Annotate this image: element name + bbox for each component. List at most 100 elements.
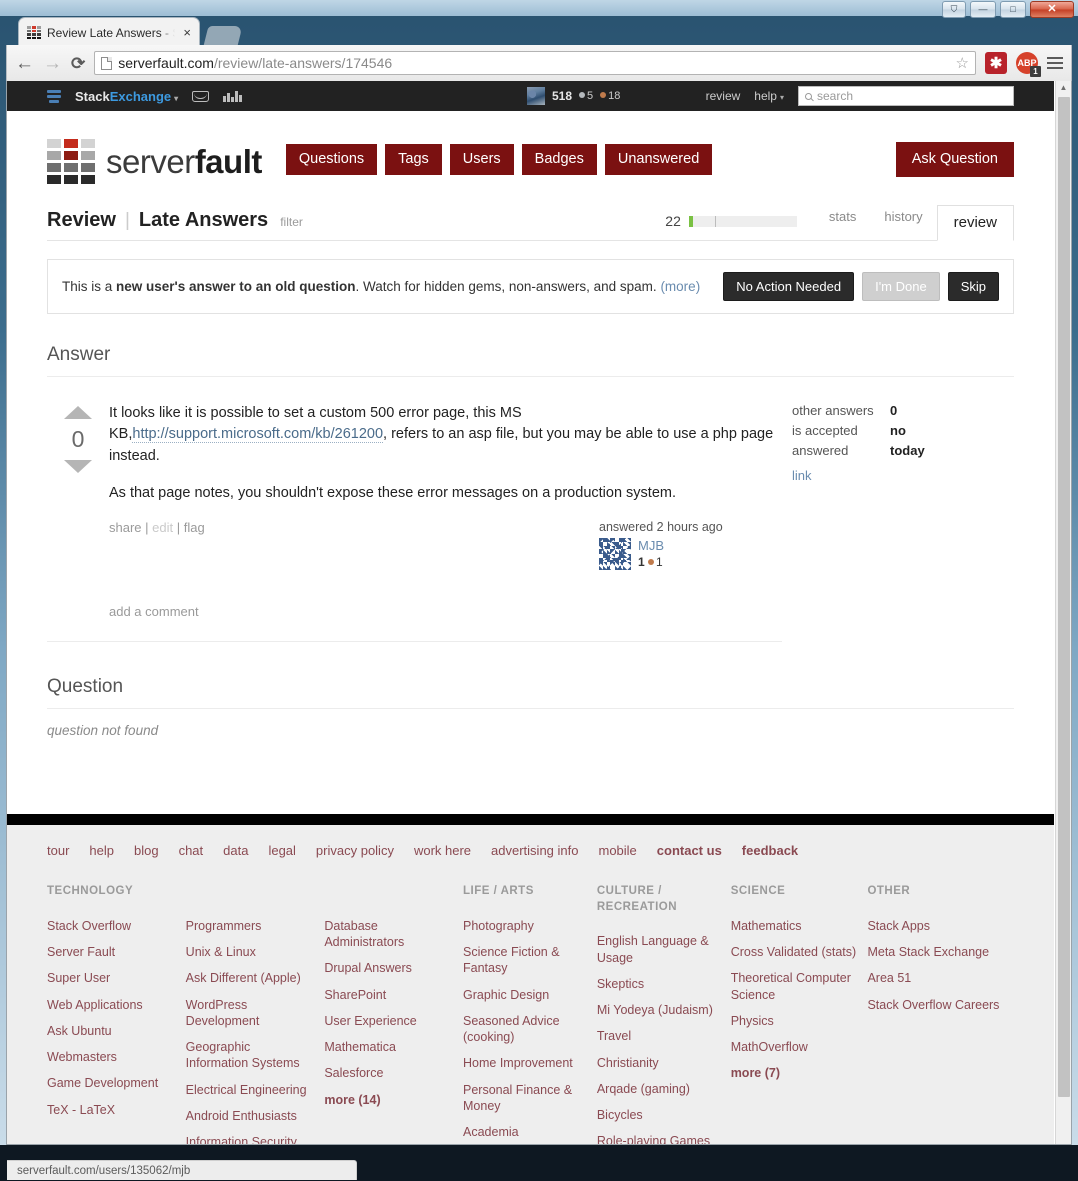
footer-site-link[interactable]: Information Security bbox=[186, 1134, 325, 1144]
footer-site-link[interactable]: Game Development bbox=[47, 1075, 186, 1091]
footer-link-advertising-info[interactable]: advertising info bbox=[491, 843, 578, 858]
footer-site-link[interactable]: Ask Ubuntu bbox=[47, 1023, 186, 1039]
no-action-needed-button[interactable]: No Action Needed bbox=[723, 272, 855, 301]
footer-site-link[interactable]: Drupal Answers bbox=[324, 960, 463, 976]
back-icon[interactable]: ← bbox=[15, 54, 34, 73]
footer-site-link[interactable]: Seasoned Advice (cooking) bbox=[463, 1013, 597, 1046]
search-input[interactable] bbox=[817, 89, 1007, 103]
footer-site-link[interactable]: Graphic Design bbox=[463, 987, 597, 1003]
network-name[interactable]: StackExchange ▾ bbox=[75, 89, 178, 104]
footer-site-link[interactable]: Photography bbox=[463, 918, 597, 934]
footer-site-link[interactable]: TeX - LaTeX bbox=[47, 1102, 186, 1118]
upvote-arrow-icon[interactable] bbox=[64, 406, 92, 419]
footer-link-tour[interactable]: tour bbox=[47, 843, 69, 858]
ask-question-button[interactable]: Ask Question bbox=[895, 142, 1014, 177]
footer-link-chat[interactable]: chat bbox=[179, 843, 204, 858]
inbox-icon[interactable] bbox=[192, 90, 210, 102]
tab-review[interactable]: review bbox=[936, 205, 1014, 241]
footer-site-link[interactable]: Meta Stack Exchange bbox=[867, 944, 1014, 960]
footer-site-link[interactable]: Electrical Engineering bbox=[186, 1082, 325, 1098]
footer-site-link[interactable]: Christianity bbox=[597, 1055, 731, 1071]
footer-link-blog[interactable]: blog bbox=[134, 843, 159, 858]
footer-site-link[interactable]: User Experience bbox=[324, 1013, 463, 1029]
footer-link-contact-us[interactable]: contact us bbox=[657, 843, 722, 858]
footer-link-privacy-policy[interactable]: privacy policy bbox=[316, 843, 394, 858]
adblock-plus-icon[interactable]: ABP 1 bbox=[1016, 52, 1041, 77]
footer-site-link[interactable]: Cross Validated (stats) bbox=[731, 944, 868, 960]
page-scrollbar[interactable]: ▲ bbox=[1055, 81, 1071, 1144]
page-info-icon[interactable] bbox=[101, 56, 113, 70]
footer-site-link[interactable]: Skeptics bbox=[597, 976, 731, 992]
footer-site-link[interactable]: Bicycles bbox=[597, 1107, 731, 1123]
extension-icon-red[interactable]: ✱ bbox=[985, 52, 1007, 74]
silver-badge-count[interactable]: 5 bbox=[579, 90, 593, 102]
site-search-box[interactable] bbox=[798, 86, 1014, 106]
im-done-button[interactable]: I'm Done bbox=[862, 272, 940, 301]
footer-site-link[interactable]: Super User bbox=[47, 970, 186, 986]
footer-site-link[interactable]: Database Administrators bbox=[324, 918, 463, 951]
footer-site-link[interactable]: Role-playing Games bbox=[597, 1133, 731, 1144]
filter-link[interactable]: filter bbox=[280, 215, 303, 232]
browser-menu-icon[interactable] bbox=[1047, 57, 1063, 69]
footer-link-work-here[interactable]: work here bbox=[414, 843, 471, 858]
footer-site-link[interactable]: MathOverflow bbox=[731, 1039, 868, 1055]
footer-site-link[interactable]: Physics bbox=[731, 1013, 868, 1029]
scroll-up-icon[interactable]: ▲ bbox=[1056, 81, 1071, 92]
footer-link-data[interactable]: data bbox=[223, 843, 248, 858]
browser-tab[interactable]: Review Late Answers - Ser × bbox=[18, 17, 200, 47]
footer-site-link[interactable]: Salesforce bbox=[324, 1065, 463, 1081]
tab-close-icon[interactable]: × bbox=[181, 25, 193, 40]
footer-site-link[interactable]: Mathematica bbox=[324, 1039, 463, 1055]
answer-permalink[interactable]: link bbox=[792, 468, 1014, 483]
footer-site-link[interactable]: Webmasters bbox=[47, 1049, 186, 1065]
footer-site-link[interactable]: Programmers bbox=[186, 918, 325, 934]
footer-site-link[interactable]: Mathematics bbox=[731, 918, 868, 934]
footer-site-link[interactable]: Science Fiction & Fantasy bbox=[463, 944, 597, 977]
new-tab-button[interactable] bbox=[203, 26, 243, 46]
skip-button[interactable]: Skip bbox=[947, 272, 999, 301]
footer-site-link[interactable]: Personal Finance & Money bbox=[463, 1082, 597, 1115]
footer-site-link[interactable]: Stack Apps bbox=[867, 918, 1014, 934]
footer-site-link[interactable]: Unix & Linux bbox=[186, 944, 325, 960]
footer-site-link[interactable]: Server Fault bbox=[47, 944, 186, 960]
flag-link[interactable]: flag bbox=[184, 520, 205, 535]
footer-site-link[interactable]: Stack Overflow bbox=[47, 918, 186, 934]
topbar-review-link[interactable]: review bbox=[706, 89, 741, 103]
footer-site-link[interactable]: Ask Different (Apple) bbox=[186, 970, 325, 986]
bookmark-star-icon[interactable]: ☆ bbox=[956, 54, 969, 72]
footer-link-feedback[interactable]: feedback bbox=[742, 843, 798, 858]
footer-site-link[interactable]: Android Enthusiasts bbox=[186, 1108, 325, 1124]
nav-questions[interactable]: Questions bbox=[285, 144, 378, 175]
edit-link[interactable]: edit bbox=[152, 520, 173, 535]
user-avatar[interactable] bbox=[527, 87, 545, 105]
footer-site-link[interactable]: Area 51 bbox=[867, 970, 1014, 986]
reputation-count[interactable]: 518 bbox=[552, 89, 572, 103]
add-comment-link[interactable]: add a comment bbox=[109, 604, 799, 619]
footer-site-link[interactable]: Arqade (gaming) bbox=[597, 1081, 731, 1097]
reload-icon[interactable]: ⟳ bbox=[71, 55, 85, 72]
address-bar[interactable]: serverfault.com/review/late-answers/1745… bbox=[94, 51, 976, 75]
serverfault-logo[interactable]: serverfault bbox=[47, 139, 262, 184]
footer-site-link[interactable]: SharePoint bbox=[324, 987, 463, 1003]
nav-unanswered[interactable]: Unanswered bbox=[604, 144, 713, 175]
answer-author-name[interactable]: MJB bbox=[638, 538, 664, 553]
scrollbar-thumb[interactable] bbox=[1058, 97, 1070, 1097]
notice-more-link[interactable]: (more) bbox=[660, 279, 700, 294]
topbar-help-link[interactable]: help ▾ bbox=[754, 89, 784, 103]
footer-site-link[interactable]: Travel bbox=[597, 1028, 731, 1044]
footer-site-link[interactable]: Web Applications bbox=[47, 997, 186, 1013]
stackexchange-logo-icon[interactable] bbox=[47, 89, 61, 103]
footer-link-help[interactable]: help bbox=[89, 843, 114, 858]
share-link[interactable]: share bbox=[109, 520, 142, 535]
bronze-badge-count[interactable]: 18 bbox=[600, 90, 620, 102]
nav-tags[interactable]: Tags bbox=[385, 144, 442, 175]
footer-site-link[interactable]: Academia bbox=[463, 1124, 597, 1140]
footer-site-link[interactable]: Home Improvement bbox=[463, 1055, 597, 1071]
achievements-icon[interactable] bbox=[223, 90, 242, 102]
downvote-arrow-icon[interactable] bbox=[64, 460, 92, 473]
user-identicon-avatar[interactable] bbox=[599, 538, 631, 571]
footer-site-link[interactable]: Stack Overflow Careers bbox=[867, 997, 1014, 1013]
tab-stats[interactable]: stats bbox=[815, 203, 870, 232]
footer-site-link[interactable]: English Language & Usage bbox=[597, 933, 731, 966]
forward-icon[interactable]: → bbox=[43, 54, 62, 73]
